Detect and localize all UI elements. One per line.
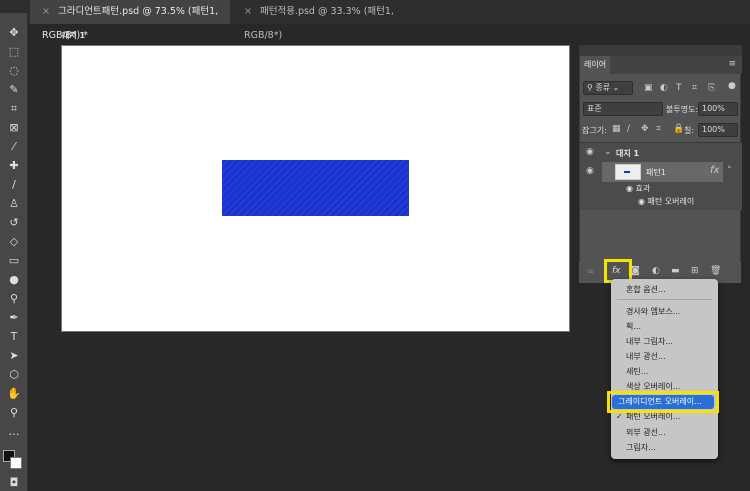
pattern-layer-rectangle[interactable] <box>222 160 409 216</box>
menu-item-gradient-overlay[interactable]: 그레이디언트 오버레이... <box>612 395 714 409</box>
layer-row-artboard[interactable]: ◉ ⌄ 대지 1 <box>580 142 742 162</box>
menu-item-blending-options[interactable]: 혼합 옵션... <box>626 282 666 297</box>
layer-row-pattern1[interactable]: ◉ 패턴1 fx ˄ <box>580 162 742 182</box>
adjustment-layer-icon[interactable]: ◐ <box>652 266 660 276</box>
menu-item-outer-glow[interactable]: 외부 광선... <box>626 425 666 440</box>
panel-tab-strip: ≡ <box>610 56 742 74</box>
filter-label: 종류 <box>595 83 611 92</box>
shape-filter-icon[interactable]: ⌗ <box>692 83 697 93</box>
lock-label: 잠그기: <box>582 126 607 135</box>
fill-value: 100% <box>702 125 725 134</box>
menu-item-bevel-emboss[interactable]: 경사와 엠보스... <box>626 304 680 319</box>
adjustment-filter-icon[interactable]: ◐ <box>660 83 668 93</box>
quick-select-tool-icon[interactable]: ✎ <box>5 82 23 98</box>
blend-mode-select[interactable]: 표준 <box>583 102 663 116</box>
fx-indicator-icon[interactable]: fx <box>710 165 719 176</box>
menu-item-inner-glow[interactable]: 내부 광선... <box>626 349 666 364</box>
link-layers-icon[interactable]: ∞ <box>587 267 595 277</box>
hand-tool-icon[interactable]: ✋ <box>5 386 23 402</box>
new-layer-icon[interactable]: ⊞ <box>691 266 699 276</box>
opacity-value: 100% <box>702 104 725 113</box>
gradient-tool-icon[interactable]: ▭ <box>5 253 23 269</box>
move-tool-icon[interactable]: ✥ <box>5 25 23 41</box>
path-select-icon[interactable]: ➤ <box>5 348 23 364</box>
tab-pattern-apply[interactable]: × 패턴적용.psd @ 33.3% (패턴1, RGB/8*) <box>232 0 412 41</box>
crop-tool-icon[interactable]: ⌗ <box>5 101 23 117</box>
lock-position-icon[interactable]: ✥ <box>641 124 649 134</box>
highlight-box: 그레이디언트 오버레이... <box>607 391 719 413</box>
eyedropper-tool-icon[interactable]: ⁄ <box>5 139 23 155</box>
opacity-label: 불투명도: <box>666 105 699 114</box>
zoom-tool-icon[interactable]: ⚲ <box>5 405 23 421</box>
brush-tool-icon[interactable]: / <box>5 177 23 193</box>
menu-item-satin[interactable]: 새틴... <box>626 364 648 379</box>
document-tab-bar: × 그라디언트패턴.psd @ 73.5% (패턴1, RGB/8*) * × 패턴… <box>0 0 750 41</box>
history-brush-icon[interactable]: ↺ <box>5 215 23 231</box>
marquee-tool-icon[interactable]: ⬚ <box>5 44 23 60</box>
type-tool-icon[interactable]: T <box>5 329 23 345</box>
healing-tool-icon[interactable]: ✚ <box>5 158 23 174</box>
more-tools-icon[interactable]: … <box>5 424 23 440</box>
lasso-tool-icon[interactable]: ◌ <box>5 63 23 79</box>
tab-layers[interactable]: 레이어 <box>580 56 610 74</box>
layer-name: 패턴1 <box>646 168 666 177</box>
close-icon[interactable]: × <box>42 6 50 17</box>
pen-tool-icon[interactable]: ✒ <box>5 310 23 326</box>
close-icon[interactable]: × <box>244 6 252 17</box>
tab-label: 패턴적용.psd @ 33.3% (패턴1, RGB/8*) <box>244 6 394 41</box>
chevron-up-icon[interactable]: ˄ <box>727 166 732 176</box>
visibility-eye-icon[interactable]: ◉ <box>626 184 633 193</box>
artboard-label: 대지 1 <box>62 31 86 40</box>
layers-panel: 레이어 ≡ ⚲ 종류 ⌄ ▣ ◐ T ⌗ ⎘ ● 표준 불투명도: 100% 잠… <box>579 45 742 283</box>
lock-transparent-icon[interactable]: ▦ <box>612 124 621 134</box>
blend-mode-label: 표준 <box>587 104 602 113</box>
filter-kind-select[interactable]: ⚲ 종류 ⌄ <box>583 81 633 95</box>
opacity-field[interactable]: 100% <box>698 102 738 116</box>
frame-tool-icon[interactable]: ⊠ <box>5 120 23 136</box>
effects-label: 효과 <box>635 184 651 193</box>
add-mask-icon[interactable]: ◙ <box>631 266 640 276</box>
lock-all-icon[interactable]: 🔒 <box>673 124 684 134</box>
image-filter-icon[interactable]: ▣ <box>644 83 653 93</box>
quick-mask-icon[interactable]: ◘ <box>5 475 23 491</box>
layer-name: 대지 1 <box>616 149 640 158</box>
eraser-tool-icon[interactable]: ◇ <box>5 234 23 250</box>
tools-panel: ✥ ⬚ ◌ ✎ ⌗ ⊠ ⁄ ✚ / ♙ ↺ ◇ ▭ ● ⚲ ✒ T ➤ ⬡ ✋ … <box>0 13 28 491</box>
visibility-eye-icon[interactable]: ◉ <box>586 166 594 176</box>
type-filter-icon[interactable]: T <box>676 83 682 93</box>
smart-object-filter-icon[interactable]: ⎘ <box>708 83 715 93</box>
layer-style-menu: 혼합 옵션... 경사와 엠보스... 획... 내부 그림자... 내부 광선… <box>611 279 718 459</box>
lock-artboard-icon[interactable]: ⌗ <box>656 124 661 134</box>
menu-item-stroke[interactable]: 획... <box>626 319 641 334</box>
visibility-eye-icon[interactable]: ◉ <box>586 147 594 157</box>
menu-separator <box>617 299 712 300</box>
effect-row-pattern-overlay[interactable]: ◉ 패턴 오버레이 <box>638 196 694 207</box>
shape-tool-icon[interactable]: ⬡ <box>5 367 23 383</box>
menu-item-drop-shadow[interactable]: 그림자... <box>626 440 656 455</box>
fill-field[interactable]: 100% <box>698 123 738 137</box>
layer-thumbnail <box>615 164 641 180</box>
dodge-tool-icon[interactable]: ⚲ <box>5 291 23 307</box>
filter-toggle-icon[interactable]: ● <box>728 81 736 91</box>
stamp-tool-icon[interactable]: ♙ <box>5 196 23 212</box>
fill-label: 칠: <box>684 126 695 135</box>
trash-icon[interactable]: 🗑 <box>710 266 721 276</box>
blur-tool-icon[interactable]: ● <box>5 272 23 288</box>
panel-menu-icon[interactable]: ≡ <box>728 59 736 69</box>
background-color-swatch[interactable] <box>10 457 22 469</box>
group-folder-icon[interactable]: ▬ <box>671 266 680 276</box>
effect-label: 패턴 오버레이 <box>647 197 695 206</box>
chevron-down-icon[interactable]: ⌄ <box>604 147 612 157</box>
menu-item-inner-shadow[interactable]: 내부 그림자... <box>626 334 673 349</box>
layer-effects: ◉ 효과 ◉ 패턴 오버레이 <box>580 182 742 210</box>
effects-row[interactable]: ◉ 효과 <box>626 183 650 194</box>
lock-pixels-icon[interactable]: / <box>627 124 630 134</box>
tab-gradient-pattern[interactable]: × 그라디언트패턴.psd @ 73.5% (패턴1, RGB/8*) * <box>30 0 230 41</box>
visibility-eye-icon[interactable]: ◉ <box>638 197 645 206</box>
panel-header <box>580 46 742 56</box>
menu-item-label: 패턴 오버레이... <box>626 412 681 421</box>
